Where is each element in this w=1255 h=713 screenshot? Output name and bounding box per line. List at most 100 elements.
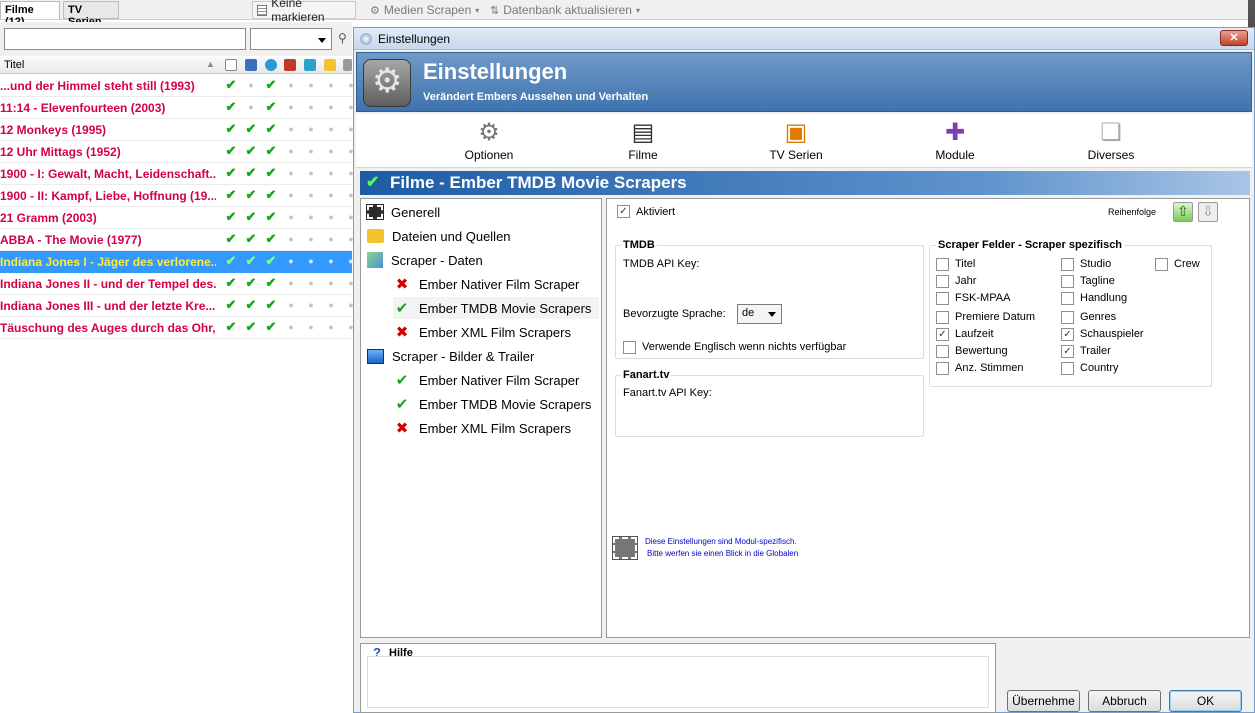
- field-checkbox[interactable]: [1061, 311, 1074, 324]
- category-module[interactable]: ✚ Module: [900, 118, 1010, 162]
- keine-markieren-button[interactable]: Keine markieren: [252, 0, 356, 24]
- category-label: Diverses: [1087, 148, 1135, 162]
- settings-window: Einstellungen ✕ Einstellungen Verändert …: [353, 27, 1255, 713]
- reihenfolge-label: Reihenfolge: [1108, 207, 1157, 217]
- table-row[interactable]: Täuschung des Auges durch das Ohr, ... ✔ ✔…: [0, 317, 354, 339]
- check-icon: ✔: [225, 297, 237, 312]
- cross-icon: ✖: [395, 323, 409, 341]
- table-row[interactable]: ...und der Himmel steht still (1993) ✔ ● ✔ ●…: [0, 75, 354, 97]
- category-filme[interactable]: ▤ Filme: [588, 118, 698, 162]
- gear-icon: ⚙: [478, 118, 500, 146]
- tree-item-bilder-tmdb[interactable]: ✔ Ember TMDB Movie Scrapers: [393, 393, 592, 415]
- sprache-select[interactable]: de: [737, 304, 782, 324]
- note-line-2: Bitte werfen sie einen Blick in die Glob…: [647, 549, 799, 558]
- empty-dot-icon: ●: [328, 102, 334, 112]
- category-label: Optionen: [464, 148, 514, 162]
- search-icon[interactable]: ⚲: [338, 31, 347, 45]
- table-row[interactable]: Indiana Jones I - Jäger des verlorene...…: [0, 251, 354, 273]
- field-label: Jahr: [955, 275, 977, 287]
- table-row[interactable]: 11:14 - Elevenfourteen (2003) ✔ ● ✔ ● ● ● ●: [0, 97, 354, 119]
- search-input[interactable]: [4, 28, 246, 50]
- field-checkbox[interactable]: [1061, 362, 1074, 375]
- datenbank-aktualisieren-label: Datenbank aktualisieren: [503, 3, 632, 17]
- tree-item-daten-native[interactable]: ✖ Ember Nativer Film Scraper: [393, 273, 580, 295]
- tree-item-bilder-native[interactable]: ✔ Ember Nativer Film Scraper: [393, 369, 580, 391]
- check-icon: ✔: [245, 319, 257, 334]
- empty-dot-icon: ●: [308, 80, 314, 90]
- table-row[interactable]: Indiana Jones III - und der letzte Kre..…: [0, 295, 354, 317]
- table-row[interactable]: 12 Uhr Mittags (1952) ✔ ✔ ✔ ● ● ● ●: [0, 141, 354, 163]
- category-optionen[interactable]: ⚙ Optionen: [434, 118, 544, 162]
- scraper-fields-title: Scraper Felder - Scraper spezifisch: [936, 239, 1125, 251]
- empty-dot-icon: ●: [248, 80, 254, 90]
- check-icon: ✔: [245, 231, 257, 246]
- empty-dot-icon: ●: [328, 234, 334, 244]
- app-icon: [360, 33, 372, 45]
- empty-dot-icon: ●: [308, 278, 314, 288]
- subtitle-icon: [304, 59, 316, 71]
- empty-dot-icon: ●: [328, 190, 334, 200]
- close-button[interactable]: ✕: [1220, 30, 1248, 46]
- aktiviert-checkbox[interactable]: ✓: [617, 205, 630, 218]
- abbruch-button[interactable]: Abbruch: [1088, 690, 1161, 712]
- tree-item-scraper-bilder[interactable]: Scraper - Bilder & Trailer: [367, 345, 534, 367]
- table-row[interactable]: 21 Gramm (2003) ✔ ✔ ✔ ● ● ● ●: [0, 207, 354, 229]
- medien-scrapen-button[interactable]: ⚙ Medien Scrapen ▾: [366, 1, 484, 19]
- category-diverses[interactable]: ❏ Diverses: [1056, 118, 1166, 162]
- field-checkbox[interactable]: [1061, 275, 1074, 288]
- field-label: Country: [1080, 362, 1119, 374]
- window-titlebar: Einstellungen ✕: [354, 28, 1254, 50]
- category-label: Filme: [628, 148, 658, 162]
- field-checkbox[interactable]: ✓: [936, 328, 949, 341]
- check-icon: ✔: [245, 165, 257, 180]
- ok-button[interactable]: OK: [1169, 690, 1242, 712]
- tree-label: Scraper - Bilder & Trailer: [392, 348, 535, 364]
- tree-label: Dateien und Quellen: [392, 228, 511, 244]
- window-title: Einstellungen: [378, 32, 451, 46]
- tab-tv-serien[interactable]: TV Serien: [63, 1, 119, 28]
- move-up-button[interactable]: ⇧: [1173, 202, 1193, 222]
- crew-checkbox[interactable]: [1155, 258, 1168, 271]
- filter-select[interactable]: [250, 28, 332, 50]
- table-row[interactable]: Indiana Jones II - und der Tempel des...…: [0, 273, 354, 295]
- table-row[interactable]: 1900 - II: Kampf, Liebe, Hoffnung (19...…: [0, 185, 354, 207]
- field-checkbox[interactable]: [936, 292, 949, 305]
- table-row[interactable]: 12 Monkeys (1995) ✔ ✔ ✔ ● ● ● ●: [0, 119, 354, 141]
- tab-filme[interactable]: Filme (12): [0, 1, 60, 28]
- field-label: Handlung: [1080, 292, 1128, 304]
- table-row[interactable]: 1900 - I: Gewalt, Macht, Leidenschaft...…: [0, 163, 354, 185]
- field-checkbox[interactable]: [936, 362, 949, 375]
- field-checkbox[interactable]: [1061, 258, 1074, 271]
- field-checkbox[interactable]: [936, 258, 949, 271]
- field-checkbox[interactable]: [936, 311, 949, 324]
- field-checkbox[interactable]: ✓: [1061, 328, 1074, 341]
- move-down-button[interactable]: ⇩: [1198, 202, 1218, 222]
- englisch-checkbox[interactable]: [623, 341, 636, 354]
- table-row[interactable]: ABBA - The Movie (1977) ✔ ✔ ✔ ● ● ● ●: [0, 229, 354, 251]
- empty-dot-icon: ●: [308, 124, 314, 134]
- field-checkbox[interactable]: [936, 275, 949, 288]
- check-icon: ✔: [265, 253, 277, 268]
- tmdb-group-title: TMDB: [621, 239, 657, 251]
- help-panel: ? Hilfe: [360, 643, 996, 713]
- tree-item-bilder-xml[interactable]: ✖ Ember XML Film Scrapers: [393, 417, 571, 439]
- tree-item-dateien[interactable]: Dateien und Quellen: [367, 225, 511, 247]
- field-checkbox[interactable]: [1061, 292, 1074, 305]
- tree-item-daten-tmdb[interactable]: ✔ Ember TMDB Movie Scrapers: [393, 297, 599, 319]
- tree-item-scraper-daten[interactable]: Scraper - Daten: [367, 249, 483, 271]
- empty-dot-icon: ●: [288, 322, 294, 332]
- settings-gear-icon: [363, 59, 411, 107]
- datenbank-aktualisieren-button[interactable]: ⇅ Datenbank aktualisieren ▾: [486, 1, 652, 19]
- tree-label: Ember XML Film Scrapers: [419, 324, 571, 340]
- empty-dot-icon: ●: [288, 212, 294, 222]
- uebernehme-button[interactable]: Übernehme: [1007, 690, 1080, 712]
- field-checkbox[interactable]: [936, 345, 949, 358]
- column-title[interactable]: Titel: [4, 59, 24, 71]
- tree-item-generell[interactable]: Generell: [366, 201, 440, 223]
- field-label: Schauspieler: [1080, 328, 1144, 340]
- empty-dot-icon: ●: [308, 102, 314, 112]
- check-icon: ✔: [245, 297, 257, 312]
- tree-item-daten-xml[interactable]: ✖ Ember XML Film Scrapers: [393, 321, 571, 343]
- field-checkbox[interactable]: ✓: [1061, 345, 1074, 358]
- category-tv-serien[interactable]: ▣ TV Serien: [741, 118, 851, 162]
